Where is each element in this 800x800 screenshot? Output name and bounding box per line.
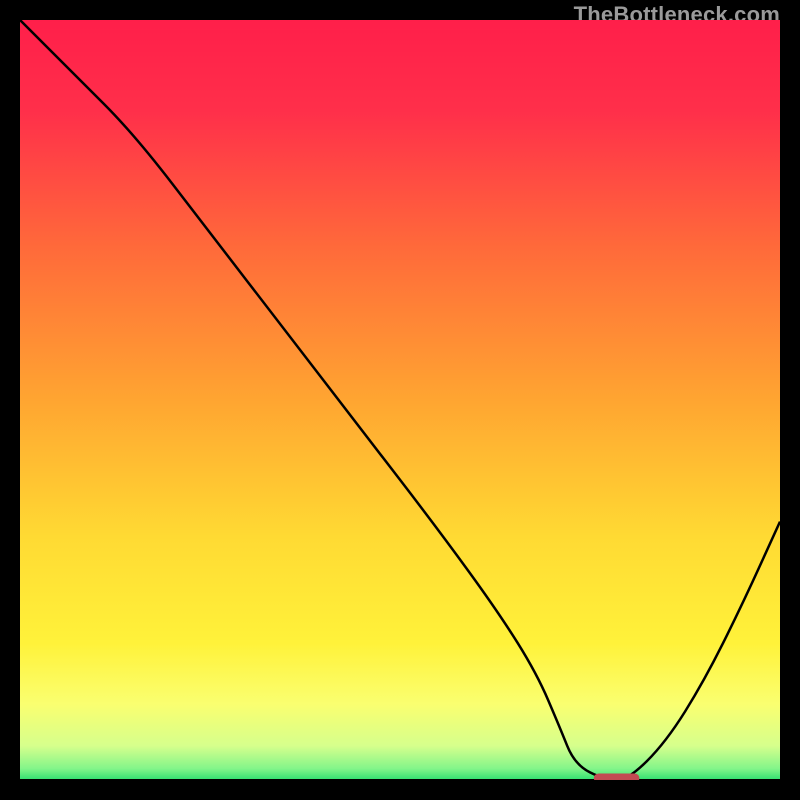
optimal-point-marker (594, 773, 640, 780)
gradient-background (20, 20, 780, 780)
chart-svg (20, 20, 780, 780)
plot-area (20, 20, 780, 780)
chart-frame: TheBottleneck.com (0, 0, 800, 800)
